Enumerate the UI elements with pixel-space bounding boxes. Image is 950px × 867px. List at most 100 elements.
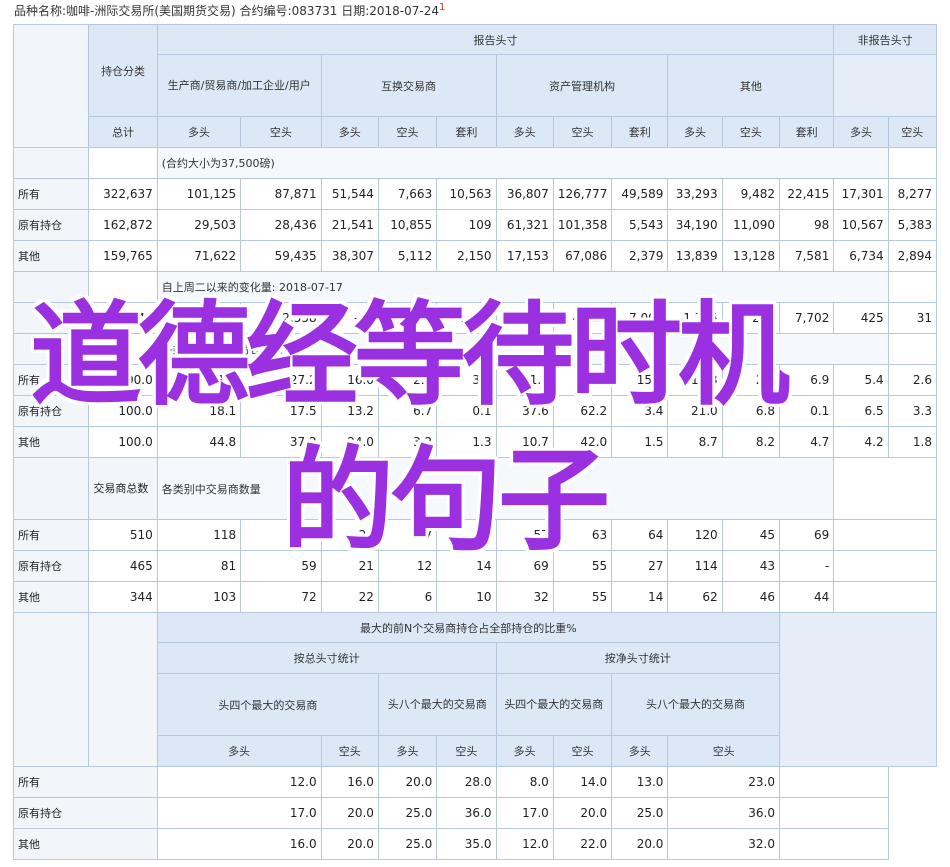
table-row: 原有持仓 465 81 59 21 12 14 69 55 27 114 43- — [12, 550, 937, 582]
table-row: 各类别持仓占总持仓的比例 — [12, 333, 938, 365]
trader-count-cell: 14 — [611, 581, 669, 613]
data-cell: 10.3 — [667, 364, 723, 396]
data-cell: 6,734 — [833, 240, 889, 272]
trader-count-cell: 55 — [552, 550, 613, 582]
header-spread: 套利 — [436, 116, 497, 148]
data-cell: 36,807 — [495, 178, 554, 210]
data-cell: 2.9 — [721, 364, 780, 396]
header-total-traders: 交易商总数 — [88, 457, 158, 520]
header-short: 空头 — [721, 116, 780, 148]
change-cell: 4,073 — [156, 302, 242, 334]
data-cell: 3.4 — [611, 395, 669, 427]
header-long: 多头 — [156, 116, 242, 148]
data-cell: 31.3 — [156, 364, 242, 396]
table-row: 原有持仓 17.0 20.0 25.0 36.0 17.0 20.0 25.0 36.0 — [13, 797, 937, 829]
concentration-cell: 13.0 — [611, 766, 669, 798]
table-row: 所有 100.0 31.3 27.2 16.0 2.4 3.3 11.4 39.3 15.4 10.… — [12, 364, 938, 396]
data-cell: 7,581 — [778, 240, 835, 272]
table-row: 持仓分类 报告头寸 非报告头寸 — [12, 24, 937, 148]
blank-cell — [778, 797, 889, 829]
change-cell: 19,847 — [88, 302, 158, 334]
data-cell: 21.0 — [667, 395, 723, 427]
change-cell: 3,970 — [495, 302, 554, 334]
corner-cell — [12, 612, 90, 767]
section-contract-size: (合约大小为37,500磅) — [156, 147, 889, 179]
header-by-net: 按净头寸统计 — [495, 642, 780, 674]
data-cell: 126,777 — [552, 178, 613, 210]
data-cell: 3.3 — [887, 395, 938, 427]
concentration-cell: 20.0 — [552, 797, 613, 829]
header-short: 空头 — [552, 735, 613, 767]
header-other-reportable: 其他 — [667, 54, 835, 117]
data-cell: 44.8 — [156, 426, 242, 458]
header-long: 多头 — [156, 735, 322, 767]
change-cell: 4,097 — [436, 302, 497, 334]
section-label-blank — [12, 147, 90, 179]
concentration-cell: 36.0 — [436, 797, 497, 829]
header-short: 空头 — [240, 116, 322, 148]
section-blank — [88, 271, 158, 303]
data-cell: 2.4 — [377, 364, 438, 396]
data-cell: 8,277 — [887, 178, 938, 210]
trader-count-cell: 69 — [495, 550, 554, 582]
table-row: 最大的前N个交易商持仓占全部持仓的比重% — [12, 612, 938, 767]
header-long: 多头 — [320, 116, 379, 148]
data-cell: 13,839 — [667, 240, 723, 272]
concentration-cell: 35.0 — [436, 828, 497, 860]
data-cell: 71,622 — [156, 240, 242, 272]
data-cell: 159,765 — [88, 240, 158, 272]
data-cell: 22,415 — [778, 178, 835, 210]
data-cell: 38,307 — [320, 240, 379, 272]
trader-count-cell: 510 — [88, 519, 158, 551]
header-long: 多头 — [611, 735, 669, 767]
header-long: 多头 — [495, 116, 554, 148]
data-cell: 42.0 — [552, 426, 613, 458]
table-row: 其他 159,765 71,622 59,435 38,307 5,112 2,150 17,… — [12, 240, 938, 272]
table-row: 所有 510 118 100 24 7 15 57 63 64 120 45 69 — [12, 519, 937, 551]
row-label: 其他 — [12, 240, 90, 272]
data-cell: 100.0 — [88, 364, 158, 396]
concentration-cell: 16.0 — [320, 766, 379, 798]
trader-count-cell: 32 — [495, 581, 554, 613]
data-cell: 27.2 — [240, 364, 322, 396]
section-label-blank — [12, 457, 90, 520]
trader-count-cell: 465 — [88, 550, 158, 582]
concentration-cell: 20.0 — [320, 797, 379, 829]
trader-count-cell: 69 — [778, 519, 835, 551]
header-producer: 生产商/贸易商/加工企业/用户 — [156, 54, 322, 117]
header-total: 总计 — [88, 116, 158, 148]
header-long: 多头 — [833, 116, 889, 148]
trader-count-cell: 6 — [377, 581, 438, 613]
data-cell: 6.5 — [833, 395, 889, 427]
blank-cell — [833, 581, 937, 613]
concentration-cell: 32.0 — [667, 828, 780, 860]
row-label: 所有 — [12, 364, 90, 396]
concentration-cell: 36.0 — [667, 797, 780, 829]
data-cell: 10,855 — [377, 209, 438, 241]
concentration-cell: 20.0 — [611, 828, 669, 860]
data-cell: 9,482 — [721, 178, 780, 210]
change-cell: 31 — [887, 302, 938, 334]
data-cell: 29,503 — [156, 209, 242, 241]
data-cell: 11.4 — [495, 364, 554, 396]
change-cell: 425 — [833, 302, 889, 334]
data-cell: 1.8 — [887, 426, 938, 458]
data-cell: 39.3 — [552, 364, 613, 396]
trader-count-cell: 344 — [88, 581, 158, 613]
data-cell: 101,358 — [552, 209, 613, 241]
concentration-cell: 8.0 — [495, 766, 554, 798]
table-row: 交易商总数 各类别中交易商数量 — [12, 457, 937, 520]
data-cell: 17,301 — [833, 178, 889, 210]
data-cell: 18.1 — [156, 395, 242, 427]
row-label: 所有 — [12, 519, 90, 551]
row-label: 原有持仓 — [12, 395, 90, 427]
data-cell: 17,153 — [495, 240, 554, 272]
trader-count-cell: 120 — [667, 519, 723, 551]
data-cell: 49,589 — [611, 178, 669, 210]
data-cell: 17.5 — [240, 395, 322, 427]
data-cell: 24.0 — [320, 426, 379, 458]
data-cell: 59,435 — [240, 240, 322, 272]
section-change-since: 自上周二以来的变化量: 2018-07-17 — [156, 271, 889, 303]
trader-count-cell: 81 — [156, 550, 242, 582]
corner-cell — [88, 612, 158, 767]
